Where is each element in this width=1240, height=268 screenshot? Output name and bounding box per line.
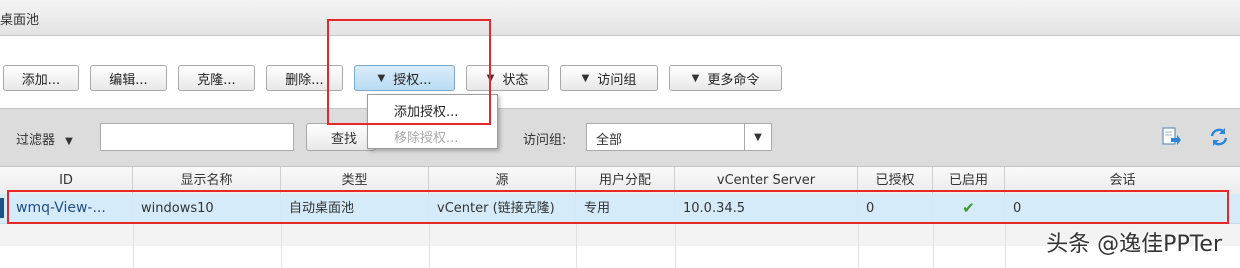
grid-line: [133, 224, 134, 268]
column-header-entitled[interactable]: 已授权: [858, 167, 933, 194]
dropdown-arrow-icon: ▼: [486, 72, 495, 84]
column-header-type[interactable]: 类型: [281, 167, 429, 194]
row-selection-marker: [0, 198, 4, 218]
dropdown-arrow-icon: ▼: [691, 72, 700, 84]
cell-display-name: windows10: [133, 194, 281, 223]
page-title: 桌面池: [0, 13, 40, 28]
access-group-label: 访问组:: [523, 133, 567, 148]
cell-source: vCenter (链接克隆): [429, 194, 576, 223]
clone-button[interactable]: 克隆...: [178, 65, 255, 91]
grid-line: [1005, 224, 1006, 268]
filter-dropdown[interactable]: 过滤器 ▼: [16, 129, 73, 148]
menu-item-add-entitlement[interactable]: 添加授权...: [394, 101, 458, 120]
column-header-id[interactable]: ID: [0, 167, 133, 194]
column-header-vcenter-server[interactable]: vCenter Server: [675, 167, 858, 194]
cell-sessions: 0: [1013, 201, 1022, 216]
find-button[interactable]: 查找: [306, 123, 376, 151]
grid-line: [933, 224, 934, 268]
entitlements-menu: 添加授权... 移除授权...: [367, 94, 498, 149]
check-icon: ✔: [933, 194, 1005, 223]
column-header-display-name[interactable]: 显示名称: [133, 167, 281, 194]
more-commands-dropdown-button[interactable]: ▼ 更多命令: [669, 65, 782, 91]
grid-line: [858, 224, 859, 268]
cell-id[interactable]: wmq-View-...: [8, 194, 133, 223]
edit-button[interactable]: 编辑...: [90, 65, 167, 91]
status-dropdown-button[interactable]: ▼ 状态: [466, 65, 549, 91]
column-header-source[interactable]: 源: [429, 167, 576, 194]
grid-line: [675, 224, 676, 268]
table-row[interactable]: wmq-View-... windows10 自动桌面池 vCenter (链接…: [0, 194, 1240, 224]
title-bar: 桌面池: [0, 0, 1240, 36]
cell-entitled: 0: [858, 194, 933, 223]
add-button[interactable]: 添加...: [3, 65, 79, 91]
filter-input[interactable]: [100, 123, 294, 151]
menu-item-remove-entitlement[interactable]: 移除授权...: [394, 127, 458, 146]
chevron-down-icon: ▼: [744, 124, 771, 150]
dropdown-arrow-icon: ▼: [65, 136, 73, 147]
column-header-enabled[interactable]: 已启用: [933, 167, 1005, 194]
grid-line: [576, 224, 577, 268]
cell-user-assignment: 专用: [576, 194, 675, 223]
export-icon[interactable]: [1160, 126, 1182, 148]
grid-line: [281, 224, 282, 268]
access-group-select[interactable]: 全部 ▼: [586, 123, 772, 151]
dropdown-arrow-icon: ▼: [581, 72, 590, 84]
refresh-icon[interactable]: [1208, 126, 1230, 148]
access-group-dropdown-button[interactable]: ▼ 访问组: [560, 65, 658, 91]
cell-vcenter-server: 10.0.34.5: [675, 194, 858, 223]
delete-button[interactable]: 删除...: [266, 65, 343, 91]
filter-bar: 过滤器 ▼ 查找 访问组: 全部 ▼: [0, 108, 1240, 166]
dropdown-arrow-icon: ▼: [377, 72, 386, 84]
cell-type: 自动桌面池: [281, 194, 429, 223]
entitlements-dropdown-button[interactable]: ▼ 授权...: [354, 65, 455, 91]
watermark: 头条 @逸佳PPTer: [1046, 232, 1222, 257]
grid-line: [429, 224, 430, 268]
table-header: ID 显示名称 类型 源 用户分配 vCenter Server 已授权 已启用…: [0, 166, 1240, 195]
column-header-sessions[interactable]: 会话: [1005, 167, 1240, 194]
column-header-user-assignment[interactable]: 用户分配: [576, 167, 675, 194]
